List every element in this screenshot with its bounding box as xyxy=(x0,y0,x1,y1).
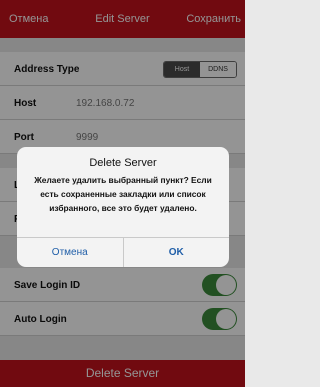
delete-confirm-dialog: Delete Server Желаете удалить выбранный … xyxy=(17,147,229,267)
dialog-ok-button[interactable]: OK xyxy=(122,238,230,267)
dialog-message: Желаете удалить выбранный пункт? Если ес… xyxy=(34,175,212,213)
dialog-title: Delete Server xyxy=(89,157,157,169)
dialog-cancel-button[interactable]: Отмена xyxy=(17,238,123,267)
edit-server-screen: Отмена Edit Server Сохранить Address Typ… xyxy=(0,0,245,387)
dialog-button-bar: Отмена OK xyxy=(17,237,229,267)
